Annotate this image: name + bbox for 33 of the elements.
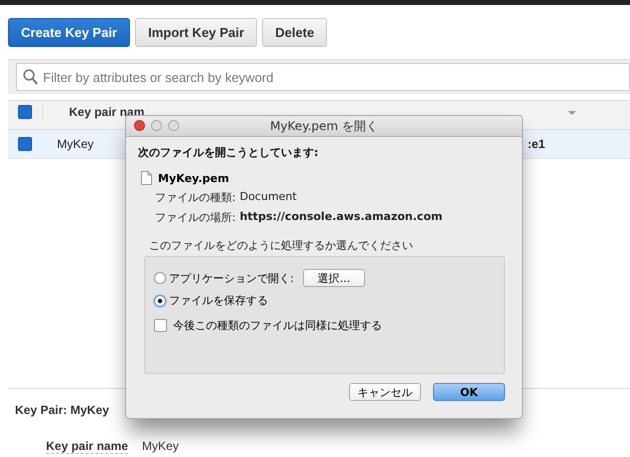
table-cell-text: MyKey (56, 137, 94, 151)
info-label: ファイルの場所: (155, 210, 236, 225)
caret-icon[interactable] (568, 111, 576, 115)
toolbar-button[interactable]: Delete (262, 18, 328, 47)
checkbox[interactable] (18, 137, 32, 151)
close-button[interactable] (134, 120, 145, 131)
window-button[interactable] (168, 120, 179, 131)
info-label: ファイルの種類: (155, 190, 236, 205)
info-value: Document (240, 190, 297, 205)
toolbar-button[interactable]: Import Key Pair (135, 18, 258, 47)
dialog-button[interactable]: キャンセル (349, 383, 421, 401)
info-value: https://console.aws.amazon.com (240, 210, 442, 225)
window-button[interactable] (151, 120, 162, 131)
document-icon (141, 171, 152, 185)
table-cell: :e1 (528, 137, 545, 151)
dialog-button[interactable]: OK (433, 383, 505, 401)
checkbox[interactable] (154, 319, 167, 332)
question-text: このファイルをどのように処理するか選んでください (149, 238, 414, 253)
checkbox-label[interactable]: 今後この種類のファイルは同様に処理する (173, 318, 382, 333)
radio-button[interactable] (154, 272, 166, 284)
option-label[interactable]: アプリケーションで開く: (169, 270, 294, 286)
radio-button[interactable] (154, 294, 166, 306)
details-title: Key Pair: MyKey (15, 403, 110, 417)
option-label[interactable]: ファイルを保存する (169, 293, 268, 308)
checkbox[interactable] (18, 105, 32, 119)
choose-button[interactable]: 選択... (302, 269, 366, 287)
file-name: MyKey.pem (158, 172, 230, 184)
search-field[interactable]: Filter by attributes or search by keyword (16, 63, 630, 91)
field-label: Key pair name (46, 439, 128, 454)
window-title: MyKey.pem を開く (270, 118, 378, 134)
field-value: MyKey (142, 439, 179, 454)
toolbar-button[interactable]: Create Key Pair (8, 18, 130, 47)
dialog-heading: 次のファイルを開こうとしています: (138, 145, 320, 160)
